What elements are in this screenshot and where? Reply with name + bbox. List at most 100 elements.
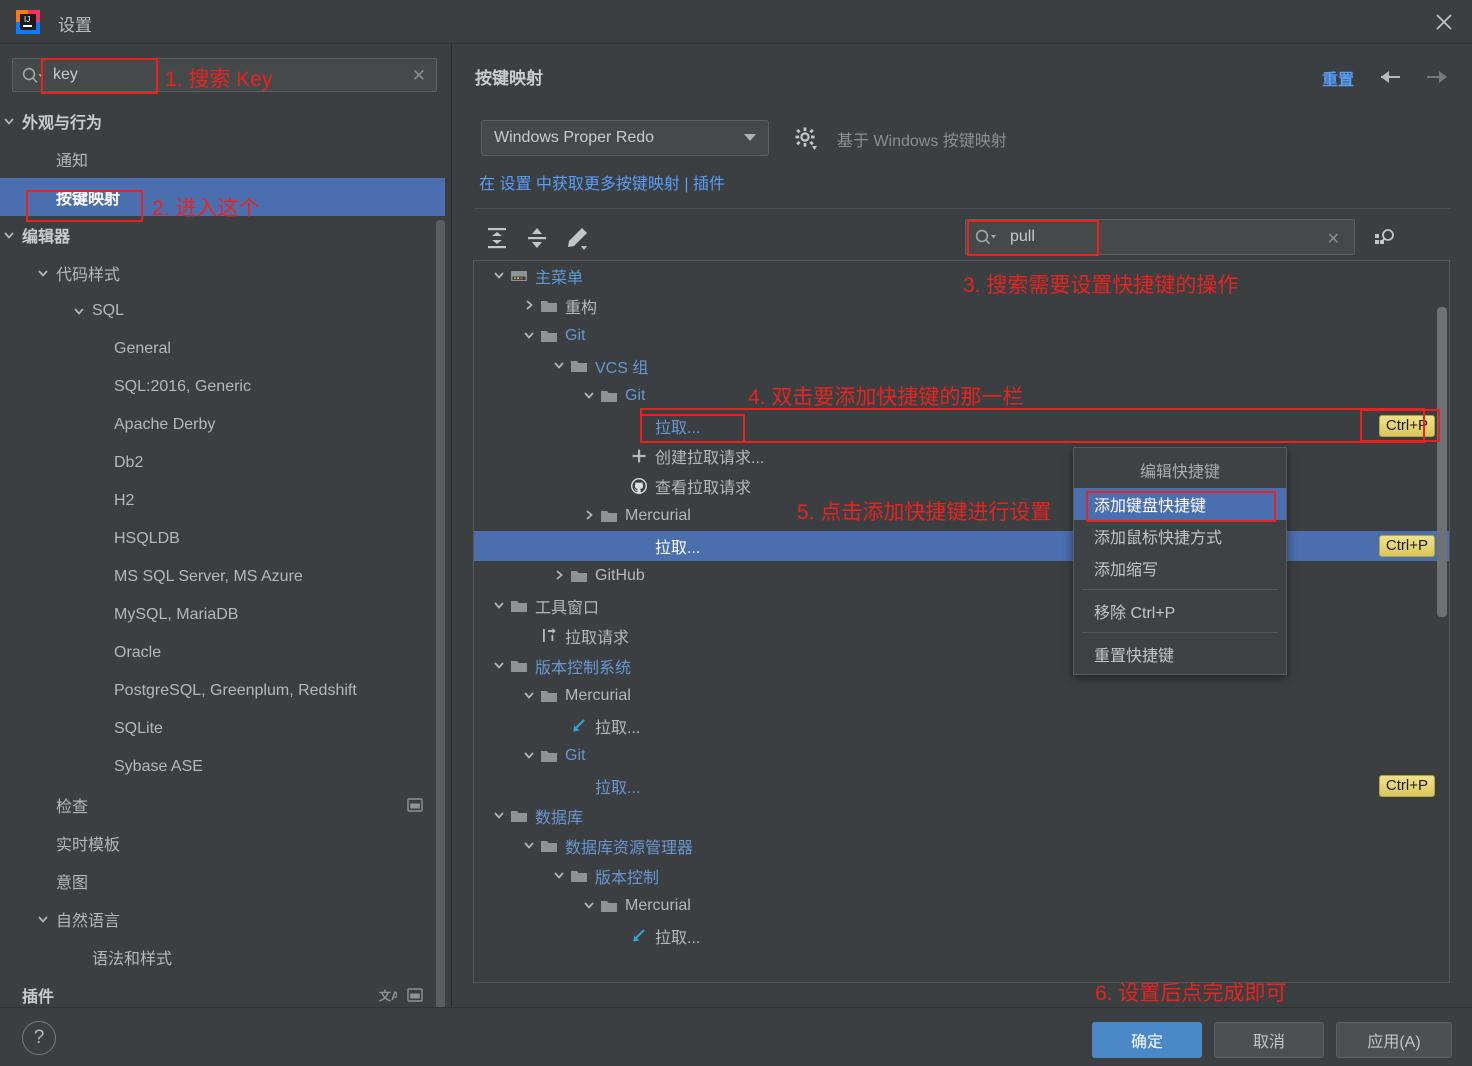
chevron-right-icon[interactable] <box>522 298 538 314</box>
action-tree-row-19[interactable]: 数据库资源管理器 <box>474 831 1449 861</box>
sidebar-scrollbar-track[interactable] <box>436 110 448 1020</box>
action-tree-row-1[interactable]: 重构 <box>474 291 1449 321</box>
sidebar-item-3[interactable]: 编辑器 <box>0 216 445 254</box>
chevron-down-icon[interactable] <box>522 748 538 764</box>
action-tree-row-12[interactable]: 拉取请求 <box>474 621 1449 651</box>
folder-icon <box>540 687 558 705</box>
sidebar-item-20[interactable]: 意图 <box>0 862 445 900</box>
action-filter-box[interactable]: pull ✕ <box>965 219 1355 255</box>
action-tree-row-5[interactable]: 拉取... Ctrl+P <box>474 411 1449 441</box>
close-icon[interactable] <box>1416 0 1472 44</box>
action-tree-row-10[interactable]: GitHub <box>474 561 1449 591</box>
action-tree-scrollbar-thumb[interactable] <box>1437 307 1447 617</box>
sidebar-item-2[interactable]: 按键映射 <box>0 178 445 216</box>
chevron-down-icon[interactable] <box>582 388 598 404</box>
clear-icon[interactable]: ✕ <box>412 67 426 85</box>
context-menu-item-0[interactable]: 添加键盘快捷键 <box>1074 488 1286 520</box>
action-tree-row-20[interactable]: 版本控制 <box>474 861 1449 891</box>
chevron-down-icon[interactable] <box>522 328 538 344</box>
action-tree-row-8[interactable]: Mercurial <box>474 501 1449 531</box>
context-menu-item-1[interactable]: 添加鼠标快捷方式 <box>1074 520 1286 552</box>
sidebar-item-18[interactable]: 检查 <box>0 786 445 824</box>
plugins-link[interactable]: 插件 <box>693 176 725 193</box>
chevron-down-icon[interactable] <box>492 808 508 824</box>
sidebar-item-6[interactable]: General <box>0 330 445 368</box>
expand-all-icon[interactable] <box>483 224 511 252</box>
sidebar-item-12[interactable]: MS SQL Server, MS Azure <box>0 558 445 596</box>
ok-button[interactable]: 确定 <box>1092 1022 1202 1058</box>
chevron-down-icon[interactable] <box>36 266 50 280</box>
action-tree-row-0[interactable]: 主菜单 <box>474 261 1449 291</box>
action-tree-row-13[interactable]: 版本控制系统 <box>474 651 1449 681</box>
sidebar-item-1[interactable]: 通知 <box>0 140 445 178</box>
chevron-down-icon[interactable] <box>492 268 508 284</box>
action-tree-row-16[interactable]: Git <box>474 741 1449 771</box>
translate-icon[interactable]: 文A <box>379 988 400 1003</box>
keymap-select[interactable]: Windows Proper Redo <box>481 120 769 156</box>
chevron-down-icon[interactable] <box>492 598 508 614</box>
pencil-edit-icon[interactable] <box>563 224 591 252</box>
sidebar-item-21[interactable]: 自然语言 <box>0 900 445 938</box>
chevron-down-icon[interactable] <box>582 898 598 914</box>
sidebar-item-11[interactable]: HSQLDB <box>0 520 445 558</box>
action-tree-row-2[interactable]: Git <box>474 321 1449 351</box>
action-tree-row-21[interactable]: Mercurial <box>474 891 1449 921</box>
sidebar-item-17[interactable]: Sybase ASE <box>0 748 445 786</box>
action-tree-row-3[interactable]: VCS 组 <box>474 351 1449 381</box>
sidebar-item-14[interactable]: Oracle <box>0 634 445 672</box>
context-menu-item-4[interactable]: 重置快捷键 <box>1074 638 1286 670</box>
sidebar-item-0[interactable]: 外观与行为 <box>0 102 445 140</box>
sidebar-item-16[interactable]: SQLite <box>0 710 445 748</box>
chevron-down-icon[interactable] <box>2 114 16 128</box>
action-tree-row-11[interactable]: 工具窗口 <box>474 591 1449 621</box>
arrow-left-icon[interactable] <box>1378 66 1404 88</box>
action-tree-row-14[interactable]: Mercurial <box>474 681 1449 711</box>
window-icon[interactable] <box>407 798 423 812</box>
collapse-all-icon[interactable] <box>523 224 551 252</box>
window-icon[interactable] <box>407 988 423 1002</box>
apply-button[interactable]: 应用(A) <box>1336 1022 1452 1058</box>
gear-icon[interactable] <box>793 126 819 152</box>
action-tree-row-7[interactable]: 查看拉取请求 <box>474 471 1449 501</box>
action-tree-row-9[interactable]: 拉取... Ctrl+P <box>474 531 1449 561</box>
sidebar-item-5[interactable]: SQL <box>0 292 445 330</box>
chevron-right-icon[interactable] <box>552 568 568 584</box>
sidebar-item-10[interactable]: H2 <box>0 482 445 520</box>
sidebar-scrollbar-thumb[interactable] <box>436 220 445 1020</box>
chevron-down-icon[interactable] <box>552 868 568 884</box>
sidebar-item-4[interactable]: 代码样式 <box>0 254 445 292</box>
chevron-down-icon[interactable] <box>2 228 16 242</box>
arrow-right-icon[interactable] <box>1424 66 1450 88</box>
clear-icon[interactable]: ✕ <box>1327 229 1340 249</box>
sidebar-search-box[interactable]: key ✕ <box>12 58 437 92</box>
sidebar-item-15[interactable]: PostgreSQL, Greenplum, Redshift <box>0 672 445 710</box>
action-tree-row-6[interactable]: 创建拉取请求... <box>474 441 1449 471</box>
chevron-right-icon[interactable] <box>582 508 598 524</box>
question-mark-icon[interactable]: ? <box>22 1021 56 1055</box>
settings-link[interactable]: 设置 <box>499 176 531 193</box>
action-tree-row-4[interactable]: Git <box>474 381 1449 411</box>
cancel-button[interactable]: 取消 <box>1214 1022 1324 1058</box>
action-tree-row-17[interactable]: 拉取... Ctrl+P <box>474 771 1449 801</box>
sidebar-item-13[interactable]: MySQL, MariaDB <box>0 596 445 634</box>
chevron-down-icon[interactable] <box>552 358 568 374</box>
chevron-down-icon[interactable] <box>522 838 538 854</box>
chevron-down-icon[interactable] <box>492 658 508 674</box>
action-tree-scrollbar-track[interactable] <box>1437 262 1448 982</box>
sidebar-item-9[interactable]: Db2 <box>0 444 445 482</box>
reset-link[interactable]: 重置 <box>1322 66 1354 90</box>
sidebar-item-8[interactable]: Apache Derby <box>0 406 445 444</box>
chevron-down-icon[interactable] <box>522 688 538 704</box>
chevron-down-icon[interactable] <box>36 912 50 926</box>
context-menu-item-3[interactable]: 移除 Ctrl+P <box>1074 595 1286 627</box>
context-menu-item-2[interactable]: 添加缩写 <box>1074 552 1286 584</box>
sidebar-item-22[interactable]: 语法和样式 <box>0 938 445 976</box>
find-by-shortcut-icon[interactable] <box>1371 224 1399 252</box>
action-tree-row-label: 查看拉取请求 <box>655 480 752 497</box>
sidebar-item-19[interactable]: 实时模板 <box>0 824 445 862</box>
sidebar-item-7[interactable]: SQL:2016, Generic <box>0 368 445 406</box>
action-tree-row-22[interactable]: 拉取... <box>474 921 1449 951</box>
action-tree-row-18[interactable]: 数据库 <box>474 801 1449 831</box>
action-tree-row-15[interactable]: 拉取... <box>474 711 1449 741</box>
chevron-down-icon[interactable] <box>72 304 86 318</box>
